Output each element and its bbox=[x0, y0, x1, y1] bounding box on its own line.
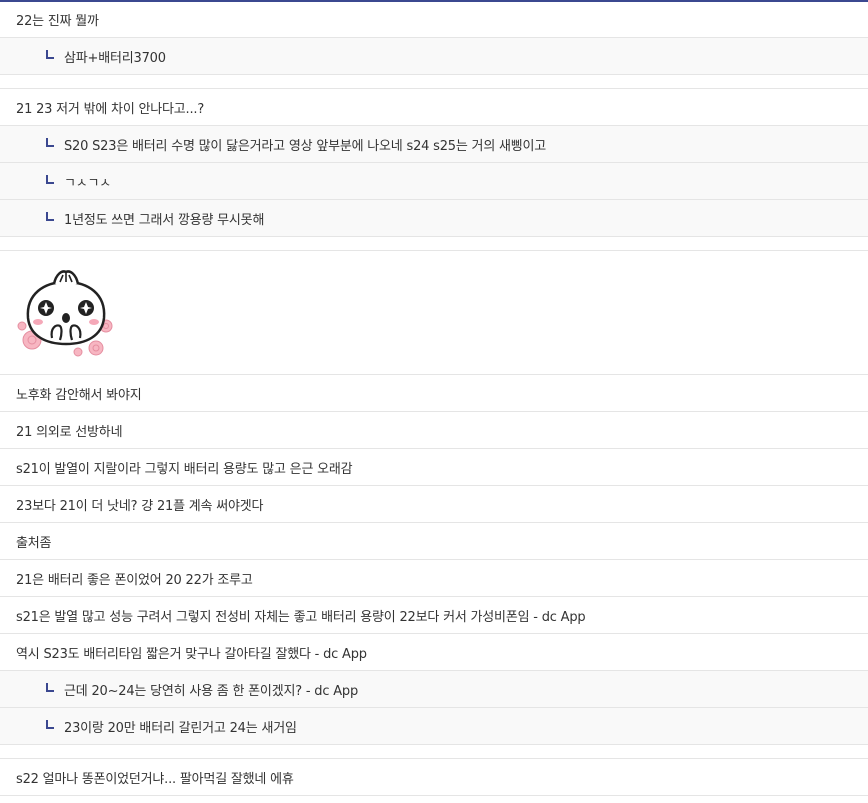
reply-arrow-icon bbox=[46, 174, 54, 184]
comment-text: 22는 진짜 뭘까 bbox=[16, 14, 99, 29]
reply-arrow-icon bbox=[46, 719, 54, 729]
comment-text: 23보다 21이 더 낫네? 걍 21플 계속 써야겟다 bbox=[16, 498, 264, 514]
reply-comment: S20 S23은 배터리 수명 많이 닳은거라고 영상 앞부분에 나오네 s24… bbox=[0, 126, 868, 163]
comment: s22 얼마나 똥폰이었던거냐... 팔아먹길 잘했네 에휴 bbox=[0, 759, 868, 796]
comment-text: 역시 S23도 배터리타임 짧은거 맞구나 갈아타길 잘했다 - dc App bbox=[16, 646, 367, 662]
comment-text: 21 의외로 선방하네 bbox=[16, 424, 123, 440]
comment: s21은 발열 많고 성능 구려서 그렇지 전성비 자체는 좋고 배터리 용량이… bbox=[0, 597, 868, 634]
reply-text: 삼파+배터리3700 bbox=[64, 50, 166, 66]
comment-text: 21 23 저거 밖에 차이 안나다고...? bbox=[16, 101, 205, 117]
thread-separator bbox=[0, 745, 868, 759]
comment-sticker bbox=[0, 251, 868, 375]
reply-text: S20 S23은 배터리 수명 많이 닳은거라고 영상 앞부분에 나오네 s24… bbox=[64, 138, 547, 154]
reply-arrow-icon bbox=[46, 211, 54, 221]
comment-list: 22는 진짜 뭘까 삼파+배터리3700 21 23 저거 밖에 차이 안나다고… bbox=[0, 0, 868, 803]
reply-arrow-icon bbox=[46, 49, 54, 59]
comment: s21이 발열이 지랄이라 그렇지 배터리 용량도 많고 은근 오래감 bbox=[0, 449, 868, 486]
reply-comment: ㄱㅅㄱㅅ bbox=[0, 163, 868, 200]
reply-comment: 1년정도 쓰면 그래서 깡용량 무시못해 bbox=[0, 200, 868, 237]
comment: 23보다 21이 더 낫네? 걍 21플 계속 써야겟다 bbox=[0, 486, 868, 523]
comment: 21 23 저거 밖에 차이 안나다고...? bbox=[0, 89, 868, 126]
reply-text: ㄱㅅㄱㅅ bbox=[64, 175, 112, 191]
thread-separator bbox=[0, 237, 868, 251]
comment: 22는 진짜 뭘까 bbox=[0, 2, 868, 38]
reply-arrow-icon bbox=[46, 137, 54, 147]
comment-text: 노후화 감안해서 봐야지 bbox=[16, 387, 142, 403]
comment-text: 21은 배터리 좋은 폰이었어 20 22가 조루고 bbox=[16, 572, 253, 588]
comment-text: s22 얼마나 똥폰이었던거냐... 팔아먹길 잘했네 에휴 bbox=[16, 771, 294, 787]
comment: 21 의외로 선방하네 bbox=[0, 412, 868, 449]
thread-separator bbox=[0, 75, 868, 89]
reply-text: 23이랑 20만 배터리 갈린거고 24는 새거임 bbox=[64, 720, 297, 736]
comment: 역시 S23도 배터리타임 짧은거 맞구나 갈아타길 잘했다 - dc App bbox=[0, 634, 868, 671]
reply-text: 1년정도 쓰면 그래서 깡용량 무시못해 bbox=[64, 212, 265, 228]
dccon-sticker-icon bbox=[17, 270, 113, 357]
reply-arrow-icon bbox=[46, 682, 54, 692]
reply-comment: 23이랑 20만 배터리 갈린거고 24는 새거임 bbox=[0, 708, 868, 745]
reply-comment: 근데 20~24는 당연히 사용 좀 한 폰이겠지? - dc App bbox=[0, 671, 868, 708]
comment: 출처좀 bbox=[0, 523, 868, 560]
comment-text: 출처좀 bbox=[16, 535, 52, 551]
reply-text: 근데 20~24는 당연히 사용 좀 한 폰이겠지? - dc App bbox=[64, 683, 358, 699]
comment-text: s21이 발열이 지랄이라 그렇지 배터리 용량도 많고 은근 오래감 bbox=[16, 461, 353, 477]
comment: 21은 배터리 좋은 폰이었어 20 22가 조루고 bbox=[0, 560, 868, 597]
comment-text: s21은 발열 많고 성능 구려서 그렇지 전성비 자체는 좋고 배터리 용량이… bbox=[16, 609, 586, 625]
comment: 노후화 감안해서 봐야지 bbox=[0, 375, 868, 412]
reply-comment: 삼파+배터리3700 bbox=[0, 38, 868, 75]
